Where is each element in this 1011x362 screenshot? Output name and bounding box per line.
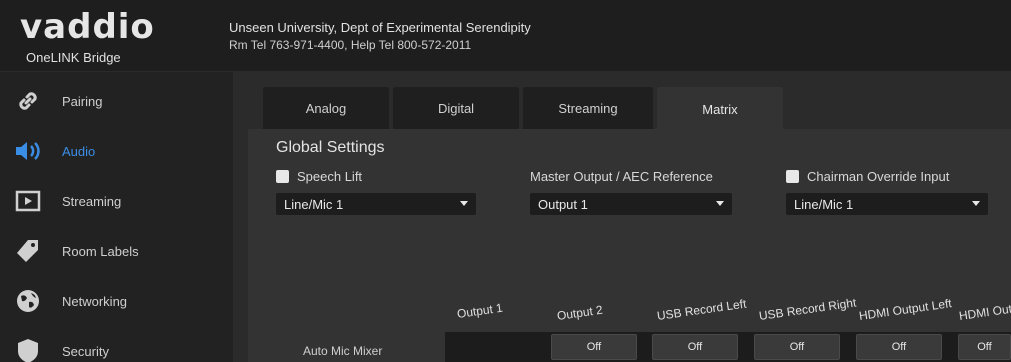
tab-label: Matrix <box>702 101 738 117</box>
matrix-column-header: Output 1 <box>456 300 504 321</box>
sidebar-item-label: Security <box>62 343 109 359</box>
tab-label: Streaming <box>558 100 618 116</box>
chairman-override-toggle[interactable]: Chairman Override Input <box>786 169 949 184</box>
speech-lift-label: Speech Lift <box>297 169 363 184</box>
sidebar-item-security[interactable]: Security <box>0 326 233 362</box>
matrix-column-header: HDMI Output Right <box>958 295 1011 323</box>
tab-streaming[interactable]: Streaming <box>523 87 653 129</box>
sidebar: Pairing Audio Streaming Room Labels Netw… <box>0 72 233 362</box>
matrix-cell-value: Off <box>891 341 907 353</box>
matrix-cell-value: Off <box>977 341 992 353</box>
chairman-override-value: Line/Mic 1 <box>794 196 854 212</box>
link-icon <box>8 81 48 121</box>
sidebar-item-label: Room Labels <box>62 243 139 259</box>
main-content: Analog Digital Streaming Matrix Global S… <box>233 72 1011 362</box>
chevron-down-icon <box>460 201 468 206</box>
speech-lift-toggle[interactable]: Speech Lift <box>276 169 362 184</box>
sidebar-item-label: Streaming <box>62 193 122 209</box>
matrix-cell-value: Off <box>687 341 703 353</box>
speech-lift-checkbox[interactable] <box>276 170 289 183</box>
product-name: OneLINK Bridge <box>26 50 121 65</box>
matrix-column-header: HDMI Output Left <box>858 296 953 323</box>
master-output-select[interactable]: Output 1 <box>530 193 732 215</box>
matrix-cell-button[interactable]: Off <box>856 334 942 360</box>
org-phone: Rm Tel 763-971-4400, Help Tel 800-572-20… <box>229 38 472 52</box>
chevron-down-icon <box>716 201 724 206</box>
globe-icon <box>8 281 48 321</box>
chevron-down-icon <box>972 201 980 206</box>
sidebar-item-networking[interactable]: Networking <box>0 276 233 326</box>
matrix-panel: Global Settings Speech Lift Line/Mic 1 M… <box>248 129 1011 362</box>
matrix-column-header: USB Record Right <box>758 295 858 323</box>
shield-icon <box>8 331 48 362</box>
sidebar-item-label: Networking <box>62 293 128 309</box>
sidebar-item-audio[interactable]: Audio <box>0 126 233 176</box>
tab-digital[interactable]: Digital <box>393 87 519 129</box>
vaddio-logo[interactable]: vaddio OneLINK Bridge <box>20 8 220 66</box>
org-info: Unseen University, Dept of Experimental … <box>229 20 531 52</box>
master-output-value: Output 1 <box>538 196 588 212</box>
matrix-row-label: Auto Mic Mixer <box>303 344 383 358</box>
header: vaddio OneLINK Bridge Unseen University,… <box>0 0 1011 72</box>
tab-label: Digital <box>437 100 475 116</box>
sidebar-item-label: Audio <box>62 143 96 159</box>
tab-matrix[interactable]: Matrix <box>657 87 783 131</box>
matrix-cell-value: Off <box>586 341 602 353</box>
chairman-override-label: Chairman Override Input <box>807 169 950 184</box>
chairman-override-select[interactable]: Line/Mic 1 <box>786 193 988 215</box>
logo-wordmark: vaddio <box>20 8 220 46</box>
org-name: Unseen University, Dept of Experimental … <box>229 20 531 35</box>
matrix-column-header: Output 2 <box>556 302 604 323</box>
play-icon <box>8 181 48 221</box>
matrix-cell-button[interactable]: Off <box>551 334 637 360</box>
matrix-cell-button[interactable]: Off <box>754 334 840 360</box>
tab-label: Analog <box>305 100 347 116</box>
speech-lift-value: Line/Mic 1 <box>284 196 344 212</box>
matrix-cell-button[interactable]: Off <box>652 334 738 360</box>
matrix-cell-value: Off <box>789 341 805 353</box>
chairman-override-checkbox[interactable] <box>786 170 799 183</box>
speaker-icon <box>8 131 48 171</box>
tab-analog[interactable]: Analog <box>263 87 389 129</box>
speech-lift-select[interactable]: Line/Mic 1 <box>276 193 476 215</box>
tag-icon <box>8 231 48 271</box>
sidebar-item-streaming[interactable]: Streaming <box>0 176 233 226</box>
global-settings-title: Global Settings <box>276 139 385 156</box>
sidebar-item-room-labels[interactable]: Room Labels <box>0 226 233 276</box>
matrix-column-header: USB Record Left <box>656 296 748 323</box>
master-output-label: Master Output / AEC Reference <box>530 169 713 184</box>
logo-text: vaddio <box>20 7 155 47</box>
sidebar-item-pairing[interactable]: Pairing <box>0 76 233 126</box>
matrix-cell-button[interactable]: Off <box>958 334 1011 360</box>
sidebar-item-label: Pairing <box>62 93 103 109</box>
